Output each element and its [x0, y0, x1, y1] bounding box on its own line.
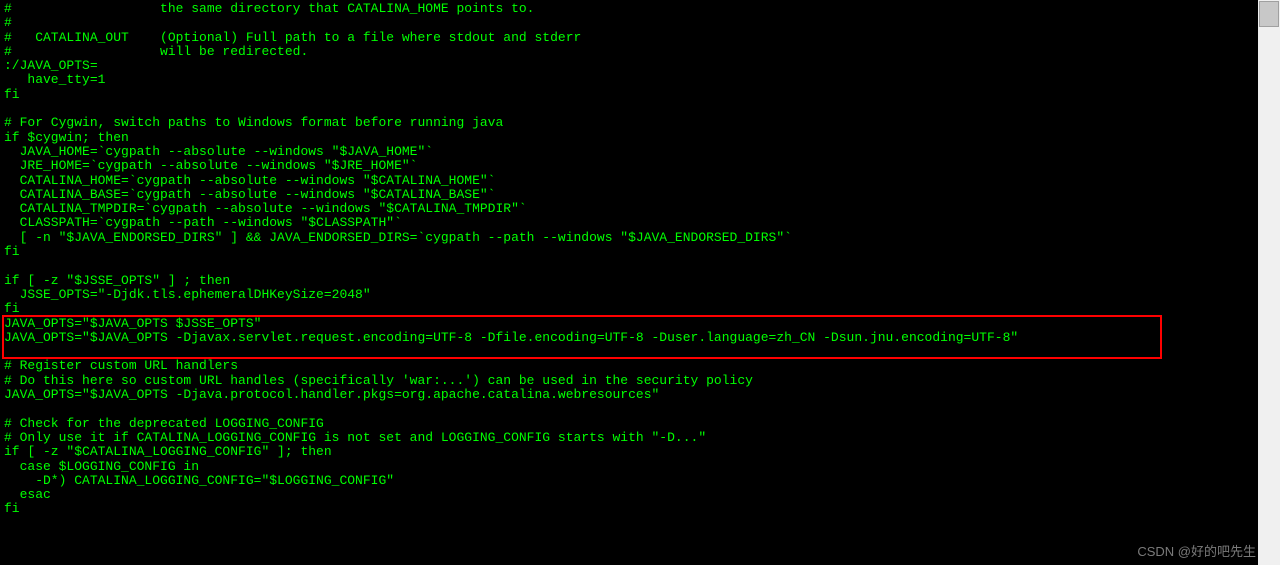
terminal-line: JAVA_HOME=`cygpath --absolute --windows … — [4, 145, 1254, 159]
terminal-line: # For Cygwin, switch paths to Windows fo… — [4, 116, 1254, 130]
terminal-line: if $cygwin; then — [4, 131, 1254, 145]
scrollbar-thumb[interactable] — [1259, 1, 1279, 27]
terminal-line: JSSE_OPTS="-Djdk.tls.ephemeralDHKeySize=… — [4, 288, 1254, 302]
terminal-line: have_tty=1 — [4, 73, 1254, 87]
terminal-line — [4, 402, 1254, 416]
terminal-line: :/JAVA_OPTS= — [4, 59, 1254, 73]
terminal-line: fi — [4, 302, 1254, 316]
terminal-line: # Only use it if CATALINA_LOGGING_CONFIG… — [4, 431, 1254, 445]
terminal-line: CATALINA_TMPDIR=`cygpath --absolute --wi… — [4, 202, 1254, 216]
terminal-line: JAVA_OPTS="$JAVA_OPTS $JSSE_OPTS" — [4, 317, 1254, 331]
terminal-line: # the same directory that CATALINA_HOME … — [4, 2, 1254, 16]
terminal-line: JAVA_OPTS="$JAVA_OPTS -Djavax.servlet.re… — [4, 331, 1254, 345]
terminal-line — [4, 345, 1254, 359]
terminal-line: -D*) CATALINA_LOGGING_CONFIG="$LOGGING_C… — [4, 474, 1254, 488]
terminal-line — [4, 259, 1254, 273]
terminal-line: # Check for the deprecated LOGGING_CONFI… — [4, 417, 1254, 431]
terminal-line: if [ -z "$JSSE_OPTS" ] ; then — [4, 274, 1254, 288]
scrollbar-track[interactable] — [1258, 0, 1280, 565]
terminal-line: esac — [4, 488, 1254, 502]
terminal-line: # — [4, 16, 1254, 30]
terminal-line: JAVA_OPTS="$JAVA_OPTS -Djava.protocol.ha… — [4, 388, 1254, 402]
terminal-line: if [ -z "$CATALINA_LOGGING_CONFIG" ]; th… — [4, 445, 1254, 459]
terminal-line: # Do this here so custom URL handles (sp… — [4, 374, 1254, 388]
terminal-line: JRE_HOME=`cygpath --absolute --windows "… — [4, 159, 1254, 173]
terminal-line: case $LOGGING_CONFIG in — [4, 460, 1254, 474]
terminal-line: # will be redirected. — [4, 45, 1254, 59]
terminal-line: [ -n "$JAVA_ENDORSED_DIRS" ] && JAVA_END… — [4, 231, 1254, 245]
terminal-line — [4, 102, 1254, 116]
terminal-line: fi — [4, 502, 1254, 516]
terminal-line: CLASSPATH=`cygpath --path --windows "$CL… — [4, 216, 1254, 230]
terminal-line: fi — [4, 88, 1254, 102]
terminal-line: # CATALINA_OUT (Optional) Full path to a… — [4, 31, 1254, 45]
terminal-line: fi — [4, 245, 1254, 259]
terminal-line: # Register custom URL handlers — [4, 359, 1254, 373]
terminal-line: CATALINA_BASE=`cygpath --absolute --wind… — [4, 188, 1254, 202]
terminal-line: CATALINA_HOME=`cygpath --absolute --wind… — [4, 174, 1254, 188]
terminal-content: # the same directory that CATALINA_HOME … — [0, 0, 1258, 565]
